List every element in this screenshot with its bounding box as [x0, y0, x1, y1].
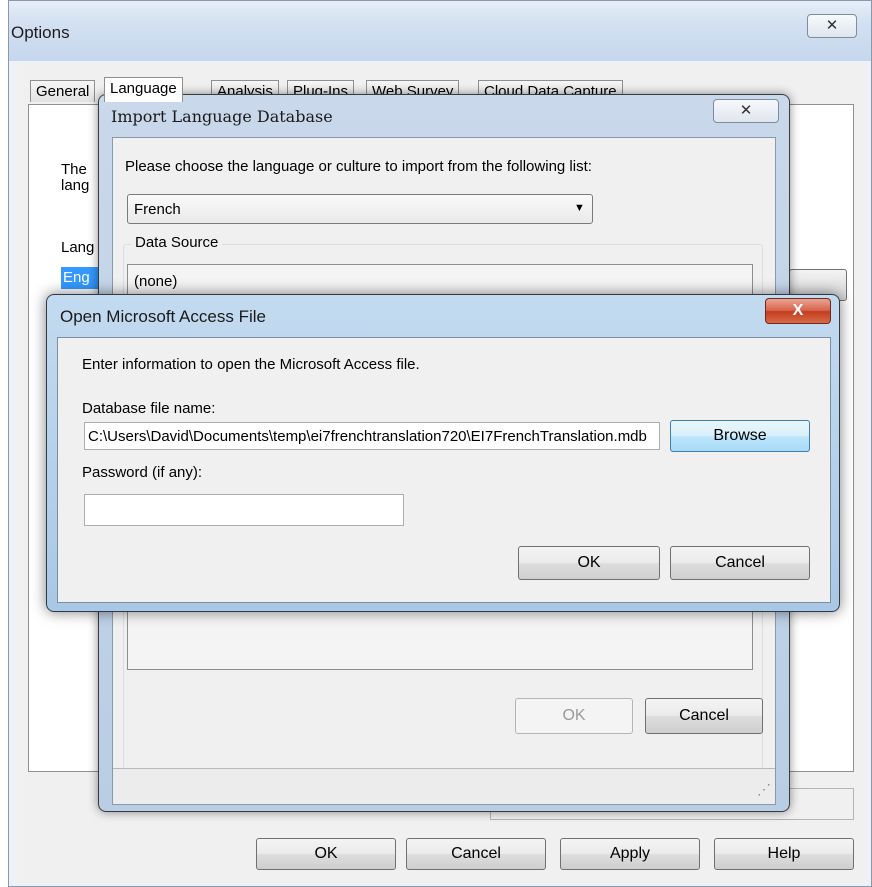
import-status-bar: ⋰: [113, 768, 775, 804]
access-dialog-client: Enter information to open the Microsoft …: [57, 337, 831, 603]
access-close-button[interactable]: X: [765, 298, 831, 324]
resize-grip-icon[interactable]: ⋰: [757, 781, 771, 798]
options-cancel-button[interactable]: Cancel: [406, 838, 546, 870]
import-close-button[interactable]: ✕: [713, 99, 779, 123]
import-dialog-title: Import Language Database: [111, 107, 333, 126]
password-label: Password (if any):: [82, 464, 203, 481]
options-close-button[interactable]: ✕: [807, 14, 857, 38]
db-file-label: Database file name:: [82, 400, 216, 417]
db-file-value: C:\Users\David\Documents\temp\ei7frencht…: [88, 428, 647, 445]
close-icon: X: [792, 302, 804, 319]
password-input[interactable]: [84, 494, 404, 526]
access-ok-button[interactable]: OK: [518, 546, 660, 580]
data-source-details: [127, 606, 753, 670]
language-description-line1: The: [61, 161, 87, 178]
import-prompt: Please choose the language or culture to…: [125, 158, 592, 175]
close-icon: ✕: [739, 102, 753, 119]
language-select-value: French: [134, 201, 181, 218]
browse-button[interactable]: Browse: [670, 420, 810, 452]
data-source-value: (none): [134, 273, 178, 290]
tab-general[interactable]: General: [30, 80, 96, 102]
close-icon: ✕: [825, 17, 839, 34]
options-titlebar: Options ✕: [9, 1, 871, 61]
chevron-down-icon: ▼: [574, 202, 585, 214]
options-ok-button[interactable]: OK: [256, 838, 396, 870]
options-help-button[interactable]: Help: [714, 838, 854, 870]
open-access-file-dialog: Open Microsoft Access File X Enter infor…: [46, 294, 840, 612]
tab-language[interactable]: Language: [104, 77, 183, 102]
data-source-label: Data Source: [131, 234, 223, 251]
import-cancel-button[interactable]: Cancel: [645, 698, 763, 734]
options-apply-button[interactable]: Apply: [560, 838, 700, 870]
language-label: Lang: [61, 239, 95, 256]
import-ok-button[interactable]: OK: [515, 698, 633, 734]
language-select[interactable]: French ▼: [127, 194, 593, 224]
options-title: Options: [11, 23, 70, 42]
language-description-line2: lang: [61, 177, 90, 194]
access-cancel-button[interactable]: Cancel: [670, 546, 810, 580]
db-file-input[interactable]: C:\Users\David\Documents\temp\ei7frencht…: [84, 422, 660, 450]
access-dialog-title: Open Microsoft Access File: [60, 307, 266, 326]
access-instruction: Enter information to open the Microsoft …: [82, 356, 420, 373]
